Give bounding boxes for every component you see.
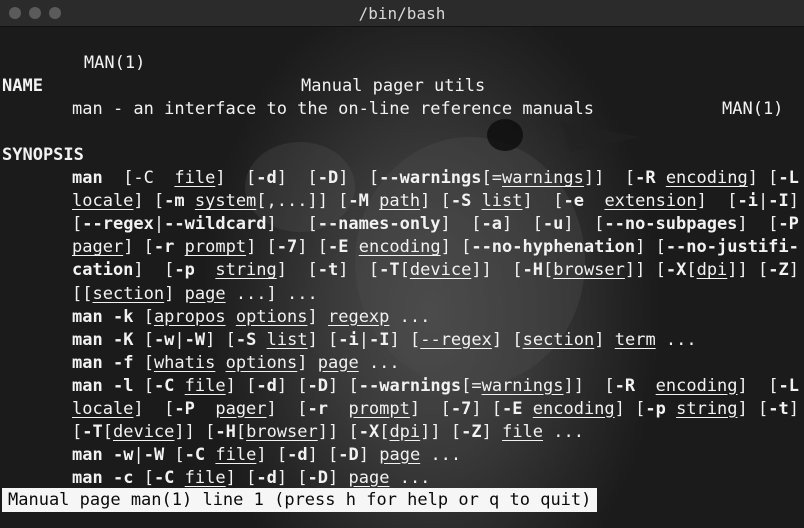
man-header-line: MAN(1) Manual pager utils MAN(1) bbox=[2, 29, 799, 119]
pager-status-prompt: Manual page man(1) line 1 (press h for h… bbox=[2, 488, 598, 512]
name-description: man - an interface to the on-line refere… bbox=[72, 99, 594, 120]
synopsis-line: [[section] page ...] ... bbox=[72, 283, 318, 304]
window-title: /bin/bash bbox=[358, 4, 446, 23]
synopsis-line: man -f [whatis options] page ... bbox=[72, 352, 400, 373]
synopsis-line: man -K [-w|-W] [-S list] [-i|-I] [--rege… bbox=[72, 329, 697, 350]
synopsis-line: man -c [-C file] [-d] [-D] page ... bbox=[72, 467, 431, 488]
title-bar: /bin/bash bbox=[0, 0, 804, 27]
name-heading: NAME bbox=[2, 76, 43, 97]
synopsis-line: man [-C file] [-d] [-D] [--warnings[=war… bbox=[72, 168, 799, 189]
terminal-content[interactable]: MAN(1) Manual pager utils MAN(1) NAME ma… bbox=[0, 27, 804, 528]
synopsis-line: man -w|-W [-C file] [-d] [-D] page ... bbox=[72, 444, 462, 465]
synopsis-line: man -k [apropos options] regexp ... bbox=[72, 306, 431, 327]
synopsis-block: man [-C file] [-d] [-D] [--warnings[=war… bbox=[2, 167, 799, 490]
synopsis-line: locale] [-m system[,...]] [-M path] [-S … bbox=[72, 191, 799, 212]
synopsis-line: [-T[device]] [-H[browser]] [-X[dpi]] [-Z… bbox=[72, 421, 584, 442]
man-page-text: MAN(1) Manual pager utils MAN(1) NAME ma… bbox=[2, 29, 799, 490]
synopsis-line: cation] [-p string] [-t] [-T[device]] [-… bbox=[72, 260, 799, 281]
synopsis-line: locale] [-P pager] [-r prompt] [-7] [-E … bbox=[72, 398, 799, 419]
synopsis-line: [--regex|--wildcard] [--names-only] [-a]… bbox=[72, 214, 799, 235]
synopsis-line: pager] [-r prompt] [-7] [-E encoding] [-… bbox=[72, 237, 799, 258]
synopsis-line: man -l [-C file] [-d] [-D] [--warnings[=… bbox=[72, 375, 799, 396]
synopsis-heading: SYNOPSIS bbox=[2, 145, 84, 166]
terminal-window: /bin/bash MAN(1) Manual pager utils MAN(… bbox=[0, 0, 804, 528]
